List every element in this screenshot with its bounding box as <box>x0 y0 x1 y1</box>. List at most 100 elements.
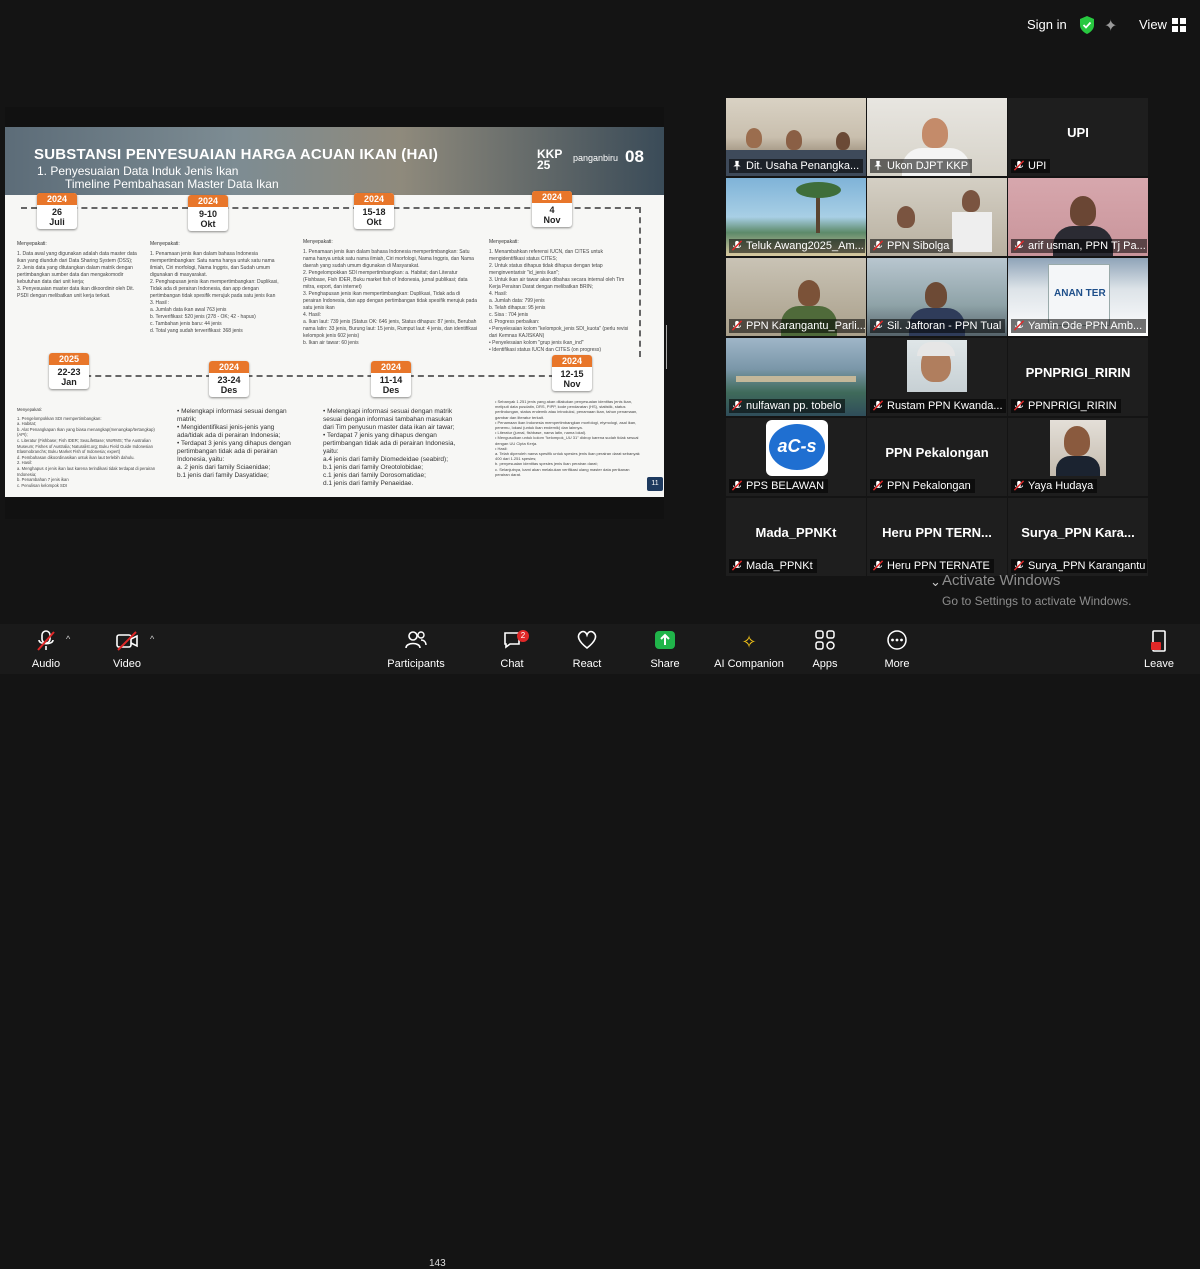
share-screen-icon <box>648 630 682 654</box>
timeline-note: Menyepakati: 1. Menambahkan referensi IU… <box>489 239 629 353</box>
participant-tile[interactable]: Ukon DJPT KKP <box>867 98 1007 176</box>
timeline-line <box>639 207 641 357</box>
view-button[interactable]: View <box>1139 17 1167 32</box>
video-gallery: Dit. Usaha Penangka... Ukon DJPT KKP UPI UP… <box>726 98 1148 576</box>
participant-name-label: Sil. Jaftoran - PPN Tual <box>870 319 1006 333</box>
participant-tile[interactable]: Mada_PPNKt Mada_PPNKt <box>726 498 866 576</box>
shield-check-icon[interactable] <box>1079 16 1095 34</box>
mic-muted-icon <box>731 480 743 491</box>
pin-icon <box>874 160 882 171</box>
calendar-icon: 2024 23-24 Des <box>209 361 249 397</box>
pin-icon <box>733 160 741 171</box>
participant-display-name: PPN Pekalongan <box>885 445 989 460</box>
timeline-note: • Melengkapi informasi sesuai dengan mat… <box>177 408 291 479</box>
participants-count: 143 <box>429 1258 446 1269</box>
participant-display-name: PPNPRIGI_RIRIN <box>1025 365 1131 380</box>
calendar-icon: 2024 26 Juli <box>37 193 77 229</box>
participant-display-name: Surya_PPN Kara... <box>1021 525 1135 540</box>
participant-tile[interactable]: Yaya Hudaya <box>1008 418 1148 496</box>
calendar-icon: 2025 22-23 Jan <box>49 353 89 389</box>
participant-tile[interactable]: PPN Sibolga <box>867 178 1007 256</box>
participant-tile[interactable]: PPNPRIGI_RIRIN PPNPRIGI_RIRIN <box>1008 338 1148 416</box>
mic-muted-icon <box>731 240 743 251</box>
participant-name-label: UPI <box>1011 159 1051 173</box>
ai-companion-button[interactable]: ✧ AI Companion <box>712 630 786 670</box>
leave-button[interactable]: Leave <box>1143 630 1175 670</box>
participant-name-label: Rustam PPN Kwanda... <box>870 399 1006 413</box>
timeline-note: Menyepakati: 1. Pengelompokkan SDI mempe… <box>17 407 156 488</box>
participant-display-name: Mada_PPNKt <box>755 525 837 540</box>
audio-options-caret-icon[interactable]: ^ <box>66 634 70 644</box>
participant-tile[interactable]: ANAN TER Yamin Ode PPN Amb... <box>1008 258 1148 336</box>
participant-tile[interactable]: UPI UPI <box>1008 98 1148 176</box>
mic-muted-icon <box>1013 240 1025 251</box>
sign-in-button[interactable]: Sign in <box>1027 17 1067 32</box>
chat-unread-badge: 2 <box>517 630 529 642</box>
slide-section-number: 08 <box>625 147 644 166</box>
mic-muted-icon <box>28 630 64 654</box>
participant-tile[interactable]: nulfawan pp. tobelo <box>726 338 866 416</box>
participant-display-name: UPI <box>1067 125 1089 140</box>
activate-windows-subtitle: Go to Settings to activate Windows. <box>942 594 1132 608</box>
slide-page-number: 11 <box>647 477 663 491</box>
participant-name-label: Teluk Awang2025_Am... <box>729 239 865 253</box>
participants-button[interactable]: Participants <box>386 630 446 670</box>
timeline-note: Menyepakati: 1. Penamaan jenis ikan dala… <box>150 241 279 334</box>
participant-name-label: PPS BELAWAN <box>729 479 829 493</box>
video-button[interactable]: Video <box>108 630 146 670</box>
participant-tile[interactable]: aC-s PPS BELAWAN <box>726 418 866 496</box>
participant-name-label: PPN Sibolga <box>870 239 954 253</box>
splitter-handle[interactable] <box>666 325 669 369</box>
participant-tile[interactable]: Dit. Usaha Penangka... <box>726 98 866 176</box>
calendar-icon: 2024 11-14 Des <box>371 361 411 397</box>
apps-button[interactable]: Apps <box>810 630 840 670</box>
participant-tile[interactable]: Surya_PPN Kara... Surya_PPN Karangantu <box>1008 498 1148 576</box>
participant-tile[interactable]: PPN Pekalongan PPN Pekalongan <box>867 418 1007 496</box>
participant-name-label: Mada_PPNKt <box>729 559 817 573</box>
participant-tile[interactable]: Sil. Jaftoran - PPN Tual <box>867 258 1007 336</box>
activate-windows-title: Activate Windows <box>942 572 1061 589</box>
kkp-logo: KKP 25 <box>537 147 563 172</box>
mic-muted-icon <box>1013 400 1025 411</box>
participant-tile[interactable]: arif usman, PPN Tj Pa... <box>1008 178 1148 256</box>
react-button[interactable]: React <box>570 630 604 670</box>
video-options-caret-icon[interactable]: ^ <box>150 634 154 644</box>
mic-muted-icon <box>872 560 884 571</box>
calendar-icon: 2024 9-10 Okt <box>188 195 228 231</box>
participant-name-label: Surya_PPN Karangantu <box>1011 559 1147 573</box>
slide-title: SUBSTANSI PENYESUAIAN HARGA ACUAN IKAN (… <box>34 146 439 163</box>
ai-sparkle-icon: ✧ <box>741 632 757 652</box>
panganbiru-logo: panganbiru <box>573 153 619 163</box>
leave-door-icon <box>1143 630 1175 654</box>
mic-muted-icon <box>872 240 884 251</box>
more-button[interactable]: More <box>882 630 912 670</box>
mic-muted-icon <box>1013 480 1025 491</box>
calendar-icon: 2024 4 Nov <box>532 191 572 227</box>
participant-tile[interactable]: PPN Karangantu_Parli... <box>726 258 866 336</box>
share-button[interactable]: Share <box>648 630 682 670</box>
mic-muted-icon <box>731 560 743 571</box>
slide-subtitle-2: Timeline Pembahasan Master Data Ikan <box>65 177 279 191</box>
chevron-down-icon[interactable]: ⌄ <box>930 574 941 590</box>
pps-belawan-logo-text: aC-s <box>777 436 817 456</box>
timeline-note: Menyepakati: 1. Data awal yang digunakan… <box>17 241 137 299</box>
participant-name-label: PPN Karangantu_Parli... <box>729 319 865 333</box>
participant-tile[interactable]: Teluk Awang2025_Am... <box>726 178 866 256</box>
participant-tile[interactable]: Heru PPN TERN... Heru PPN TERNATE <box>867 498 1007 576</box>
mic-muted-icon <box>872 480 884 491</box>
top-bar: Sign in ✦ View <box>0 0 1200 50</box>
mic-muted-icon <box>1013 560 1025 571</box>
grid-view-icon[interactable] <box>1172 18 1186 32</box>
mic-muted-icon <box>872 320 884 331</box>
participant-tile[interactable]: Rustam PPN Kwanda... <box>867 338 1007 416</box>
mic-muted-icon <box>1013 160 1025 171</box>
timeline-line <box>65 375 565 377</box>
participant-name-label: nulfawan pp. tobelo <box>729 399 846 413</box>
slide-subtitle: 1. Penyesuaian Data Induk Jenis Ikan <box>37 164 239 178</box>
audio-button[interactable]: Audio <box>28 630 64 670</box>
participant-name-label: Ukon DJPT KKP <box>870 159 973 173</box>
ai-sparkle-icon[interactable]: ✦ <box>1104 16 1117 36</box>
more-icon <box>882 630 912 654</box>
participant-name-label: PPN Pekalongan <box>870 479 975 493</box>
participant-name-label: Yamin Ode PPN Amb... <box>1011 319 1147 333</box>
